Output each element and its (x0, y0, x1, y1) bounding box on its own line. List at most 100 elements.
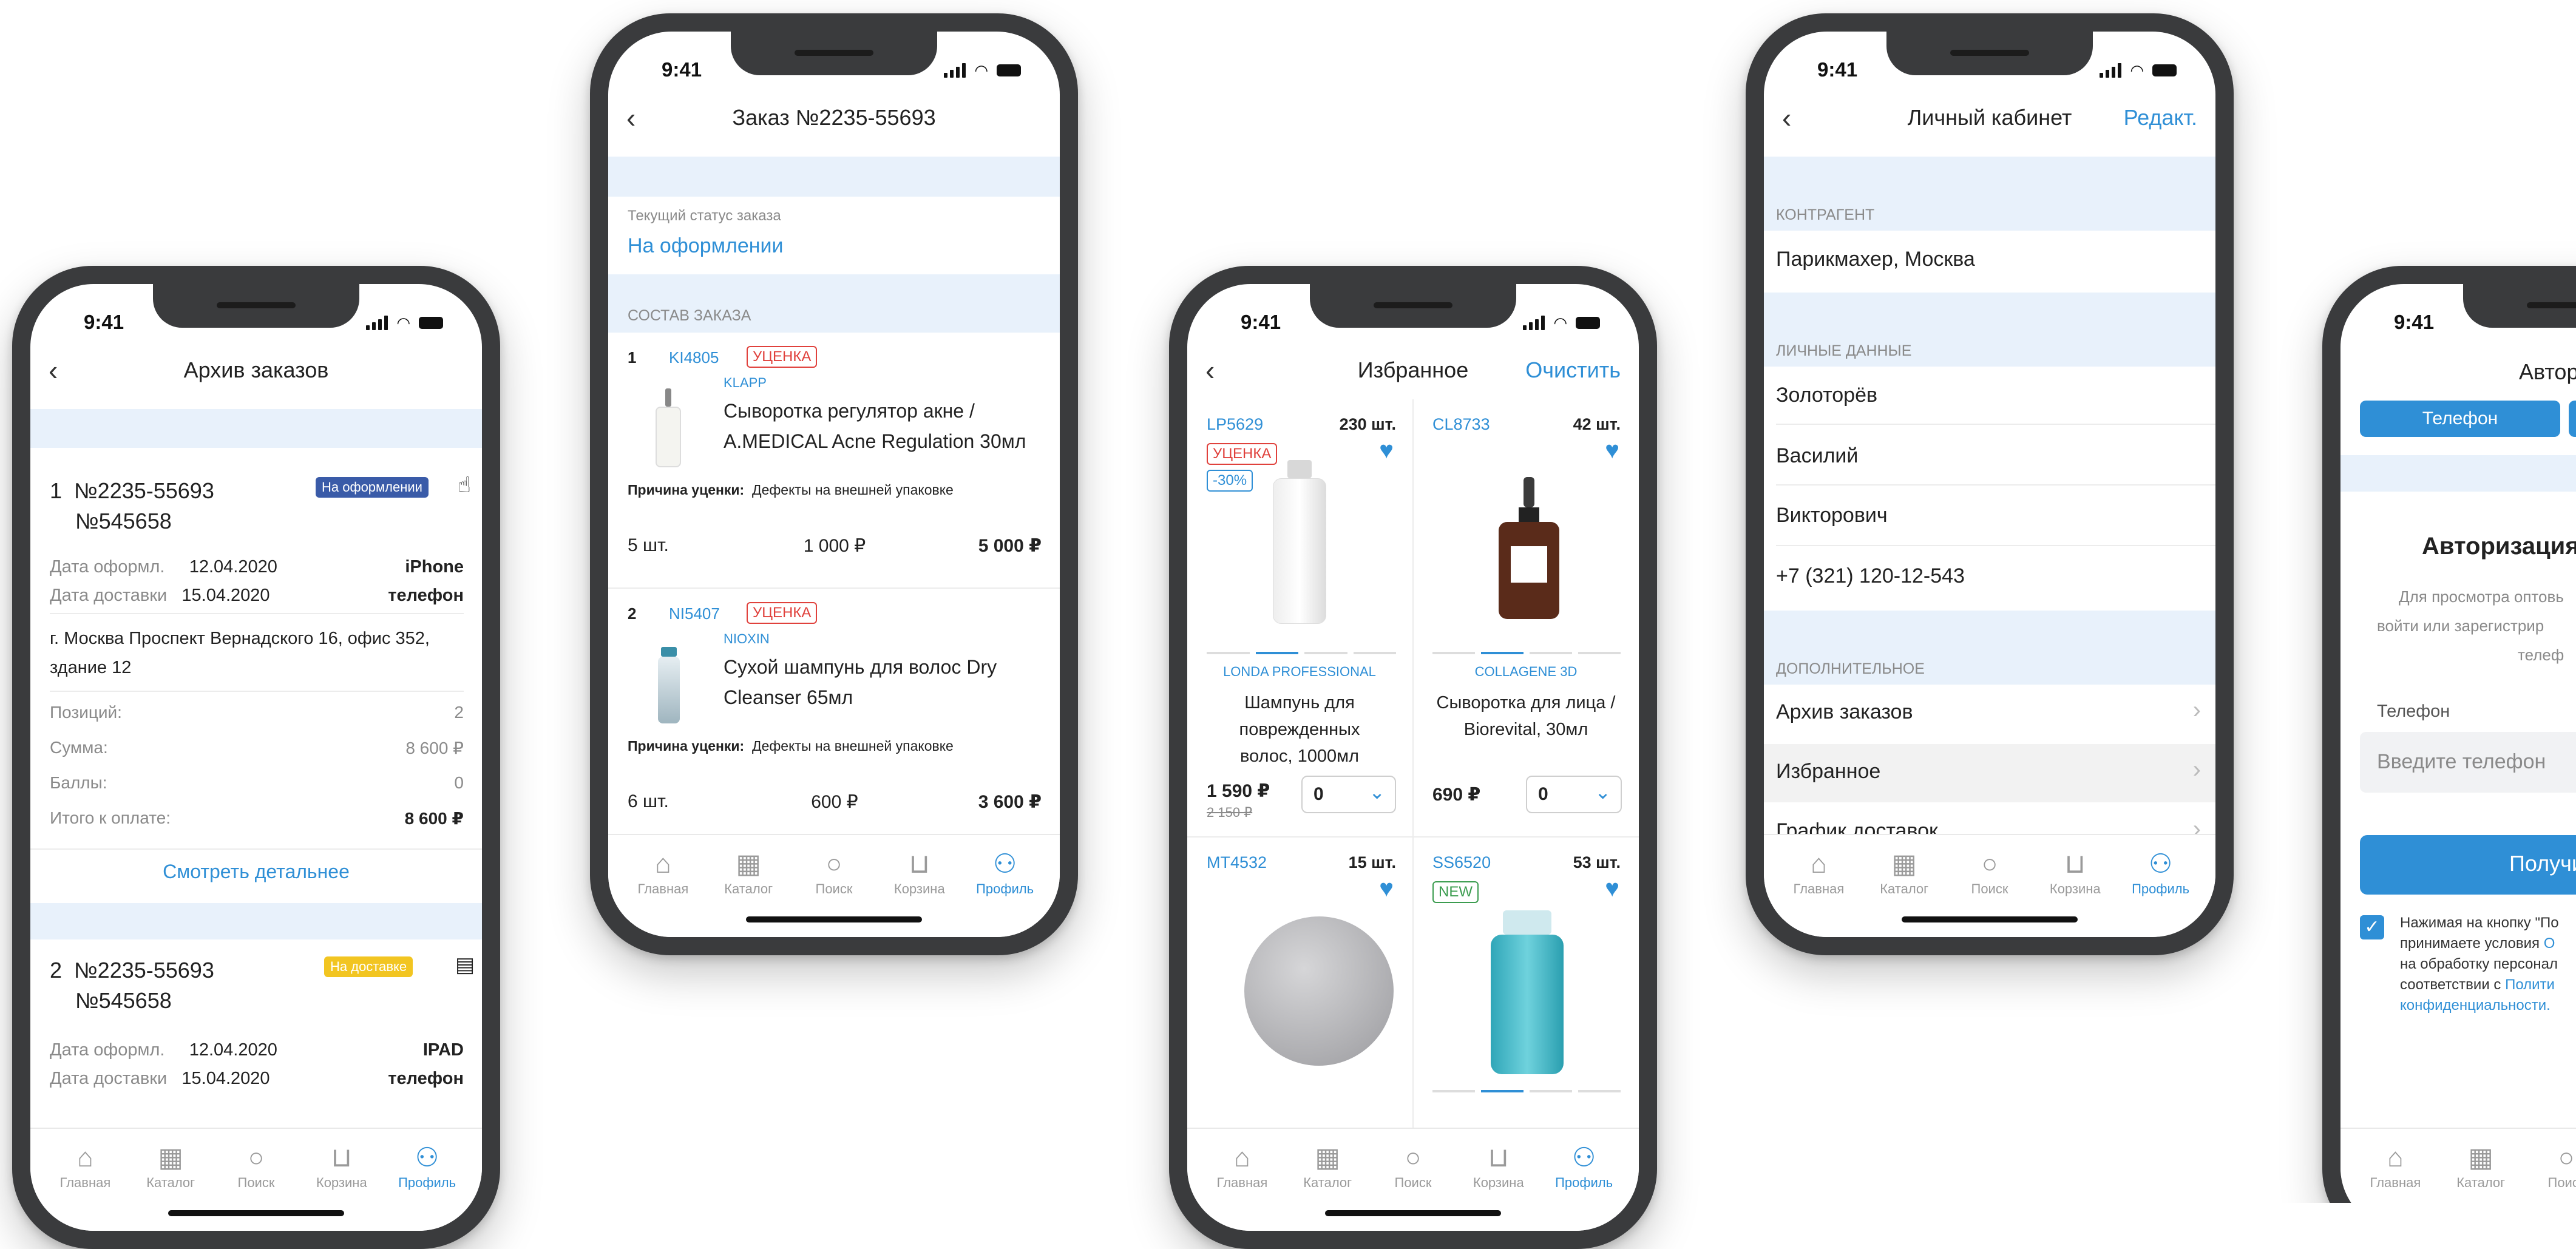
tab-profile[interactable]: ⚇Профиль (963, 848, 1048, 937)
profile-icon: ⚇ (1572, 1142, 1596, 1175)
tab-label: Профиль (398, 1175, 456, 1191)
grid-icon: ▦ (1891, 848, 1917, 881)
back-icon[interactable]: ‹ (626, 101, 636, 134)
clear-button[interactable]: Очистить (1525, 357, 1621, 383)
tab-cart[interactable]: ⊔Корзина (299, 1142, 384, 1231)
status-time: 9:41 (662, 58, 702, 81)
tab-home[interactable]: ⌂Главная (2353, 1142, 2438, 1203)
battery-icon (419, 317, 443, 329)
signal-icon (1523, 316, 1545, 330)
consent-line-3: на обработку персонал (2400, 954, 2559, 975)
tab-label: Корзина (894, 881, 945, 897)
back-icon[interactable]: ‹ (49, 354, 58, 387)
wifi-icon: ◠ (396, 316, 410, 330)
auth-desc-1: Для просмотра оптовь (2399, 587, 2564, 606)
profile-icon: ⚇ (993, 848, 1017, 881)
battery-icon (1576, 317, 1600, 329)
battery-icon (997, 64, 1021, 76)
search-icon: ○ (248, 1142, 265, 1175)
home-indicator (1325, 1210, 1501, 1216)
phone-input[interactable]: Введите телефон (2360, 732, 2576, 793)
tab-label: Профиль (1555, 1175, 1613, 1191)
policy-link[interactable]: Полити (2505, 977, 2555, 993)
profile-icon: ⚇ (415, 1142, 439, 1175)
search-icon: ○ (1405, 1142, 1422, 1175)
tab-label: Профиль (2132, 881, 2189, 897)
home-icon: ⌂ (655, 848, 671, 881)
tab-phone-segment[interactable]: Телефон (2360, 401, 2560, 437)
edit-button[interactable]: Редакт. (2124, 105, 2197, 130)
status-time: 9:41 (84, 311, 124, 334)
phone-placeholder: Введите телефон (2377, 750, 2546, 774)
tab-catalog[interactable]: ▦Каталог (1862, 848, 1947, 937)
nav-bar: ‹ Личный кабинет Редакт. (1764, 95, 2215, 141)
grid-icon: ▦ (2468, 1142, 2493, 1175)
grid-icon: ▦ (158, 1142, 183, 1175)
tab-catalog[interactable]: ▦Каталог (706, 848, 791, 937)
grid-icon: ▦ (1315, 1142, 1340, 1175)
cart-icon: ⊔ (909, 848, 930, 881)
home-icon: ⌂ (1234, 1142, 1250, 1175)
status-bar: 9:41 ◠ (1764, 58, 2215, 89)
status-bar: 9:41 ◠ (1187, 311, 1639, 341)
phone-auth: 9:41 Авториз Телефон Авторизация/Р Для п… (2322, 266, 2576, 1203)
wifi-icon: ◠ (1553, 316, 1567, 330)
tab-label: Поиск (2548, 1175, 2576, 1191)
tab-search[interactable]: ○Поиск (1371, 1142, 1456, 1231)
tab-label: Профиль (976, 881, 1034, 897)
home-indicator (1902, 916, 2078, 922)
tab-cart[interactable]: ⊔Корзина (877, 848, 962, 937)
tab-label: Корзина (316, 1175, 367, 1191)
status-time: 9:41 (1817, 58, 1857, 81)
back-icon[interactable]: ‹ (1782, 101, 1791, 134)
signal-icon (944, 63, 966, 78)
nav-bar: ‹ Архив заказов (30, 347, 482, 393)
offer-link[interactable]: О (2544, 935, 2555, 952)
consent-line-1: Нажимая на кнопку "По (2400, 913, 2559, 933)
search-icon: ○ (2558, 1142, 2575, 1175)
signal-icon (2100, 63, 2121, 78)
tab-email-segment[interactable] (2569, 401, 2576, 437)
tab-home[interactable]: ⌂Главная (1199, 1142, 1284, 1231)
tab-search[interactable]: ○Поиск (791, 848, 876, 937)
tab-search[interactable]: ○Поиск (2524, 1142, 2576, 1203)
consent-line-2: принимаете условия (2400, 935, 2544, 952)
get-code-button[interactable]: Получит (2360, 835, 2576, 895)
status-bar: 9:41 ◠ (608, 58, 1060, 89)
consent-line-4: соответствии с (2400, 977, 2505, 993)
tab-search[interactable]: ○Поиск (214, 1142, 299, 1231)
tab-catalog[interactable]: ▦Каталог (1285, 1142, 1370, 1231)
page-title: Архив заказов (184, 357, 329, 383)
policy-link-2[interactable]: конфиденциальности. (2400, 995, 2559, 1016)
tab-catalog[interactable]: ▦Каталог (128, 1142, 213, 1231)
tab-catalog[interactable]: ▦Каталог (2438, 1142, 2523, 1203)
status-bar: 9:41 ◠ (30, 311, 482, 341)
tab-profile[interactable]: ⚇Профиль (1542, 1142, 1627, 1231)
button-label: Получит (2509, 851, 2576, 876)
screen-auth: 9:41 Авториз Телефон Авторизация/Р Для п… (2340, 284, 2576, 1203)
tab-home[interactable]: ⌂Главная (620, 848, 705, 937)
cart-icon: ⊔ (331, 1142, 352, 1175)
search-icon: ○ (1982, 848, 1998, 881)
tab-home[interactable]: ⌂Главная (1776, 848, 1861, 937)
consent-checkbox[interactable]: ✓ (2360, 915, 2384, 939)
tab-profile[interactable]: ⚇Профиль (385, 1142, 470, 1231)
back-icon[interactable]: ‹ (1205, 354, 1215, 387)
tab-profile[interactable]: ⚇Профиль (2118, 848, 2203, 937)
tab-label: Главная (60, 1175, 111, 1191)
tab-cart[interactable]: ⊔Корзина (2033, 848, 2118, 937)
tab-search[interactable]: ○Поиск (1947, 848, 2032, 937)
tab-label: Каталог (1880, 881, 1928, 897)
page-title: Избранное (1358, 357, 1468, 383)
tab-label: Каталог (2456, 1175, 2505, 1191)
tab-home[interactable]: ⌂Главная (42, 1142, 127, 1231)
signal-icon (366, 316, 388, 330)
consent-text: Нажимая на кнопку "По принимаете условия… (2400, 913, 2559, 1016)
tab-label: Поиск (1395, 1175, 1432, 1191)
search-icon: ○ (826, 848, 842, 881)
profile-icon: ⚇ (2149, 848, 2172, 881)
tab-label: Главная (1794, 881, 1845, 897)
auth-desc-3: телеф (2518, 646, 2564, 665)
phone-label: Телефон (2377, 702, 2450, 722)
tab-cart[interactable]: ⊔Корзина (1456, 1142, 1541, 1231)
